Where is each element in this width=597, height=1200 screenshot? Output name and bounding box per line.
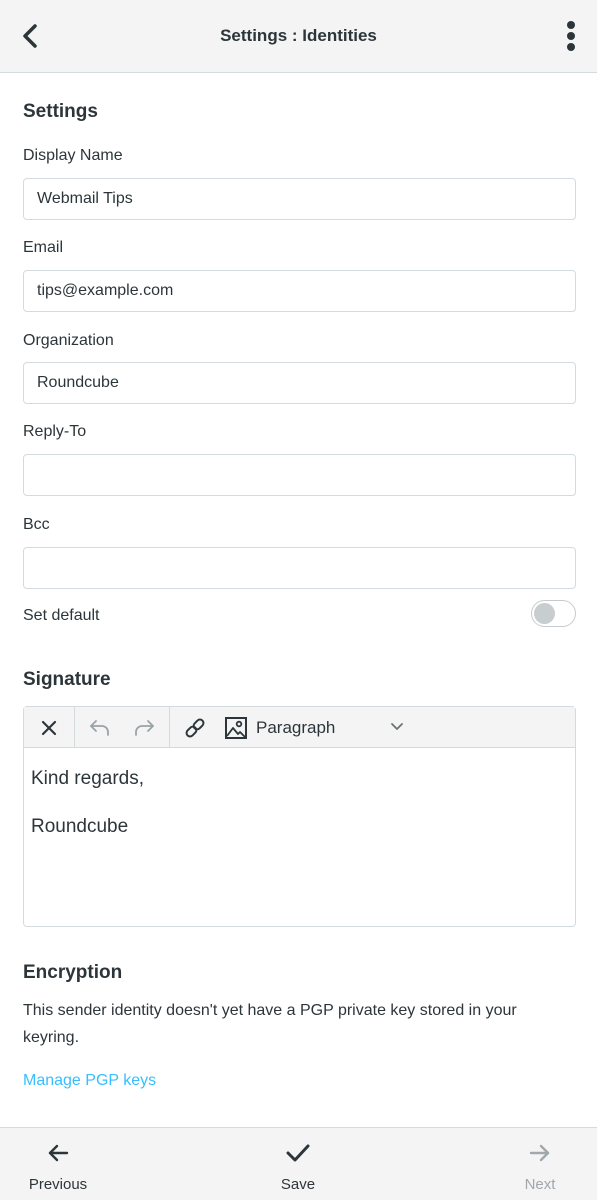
insert-link-button[interactable]: [175, 707, 215, 748]
save-label: Save: [280, 1176, 316, 1193]
display-name-input[interactable]: Webmail Tips: [23, 178, 576, 220]
toggle-html-button[interactable]: [24, 707, 74, 748]
kebab-menu-icon: [567, 21, 575, 51]
redo-button[interactable]: [124, 707, 164, 748]
next-button[interactable]: Next: [485, 1128, 595, 1200]
toolbar-divider: [169, 707, 170, 748]
close-icon: [41, 720, 57, 735]
organization-label: Organization: [23, 332, 114, 349]
organization-input[interactable]: Roundcube: [23, 362, 576, 404]
display-name-label: Display Name: [23, 147, 123, 164]
settings-heading: Settings: [23, 101, 98, 122]
email-label: Email: [23, 239, 64, 256]
editor-toolbar: Paragraph: [24, 707, 575, 748]
next-label: Next: [524, 1176, 556, 1193]
email-value: tips@example.com: [37, 282, 174, 299]
undo-button[interactable]: [80, 707, 120, 748]
arrow-right-icon: [529, 1144, 550, 1162]
set-default-toggle[interactable]: [531, 600, 576, 627]
arrow-left-icon: [48, 1144, 69, 1162]
organization-value: Roundcube: [37, 374, 119, 391]
signature-line: Roundcube: [31, 816, 129, 837]
image-icon: [225, 716, 247, 739]
format-select[interactable]: Paragraph: [256, 707, 416, 748]
toggle-knob: [534, 603, 555, 624]
toolbar-divider: [74, 707, 75, 748]
previous-label: Previous: [28, 1176, 88, 1193]
reply-to-label: Reply-To: [23, 423, 87, 440]
display-name-value: Webmail Tips: [37, 190, 133, 207]
signature-editor[interactable]: Paragraph Kind regards, Roundcube: [23, 706, 576, 927]
app: Settings : Identities Settings Display N…: [0, 0, 597, 1200]
previous-button[interactable]: Previous: [3, 1128, 113, 1200]
encryption-heading: Encryption: [23, 962, 123, 983]
reply-to-input[interactable]: [23, 454, 576, 496]
signature-heading: Signature: [23, 669, 111, 690]
page-title: Settings : Identities: [220, 26, 377, 45]
signature-content[interactable]: Kind regards, Roundcube: [31, 767, 144, 863]
manage-pgp-keys-link[interactable]: Manage PGP keys: [23, 1072, 156, 1090]
format-select-label: Paragraph: [256, 717, 336, 737]
set-default-label: Set default: [23, 607, 100, 624]
save-button[interactable]: Save: [243, 1128, 353, 1200]
checkmark-icon: [286, 1144, 310, 1162]
undo-icon: [90, 719, 109, 736]
redo-icon: [135, 719, 154, 736]
chevron-down-icon: [391, 723, 403, 730]
email-input[interactable]: tips@example.com: [23, 270, 576, 312]
more-menu-button[interactable]: [559, 16, 583, 56]
signature-line: Kind regards,: [31, 768, 145, 789]
bcc-input[interactable]: [23, 547, 576, 589]
bcc-label: Bcc: [23, 516, 50, 533]
insert-image-button[interactable]: [216, 707, 256, 748]
bottom-toolbar: Previous Save Next: [0, 1127, 597, 1200]
link-icon: [185, 718, 205, 737]
top-bar: Settings : Identities: [0, 0, 597, 73]
encryption-notice: This sender identity doesn't yet have a …: [23, 1002, 517, 1046]
